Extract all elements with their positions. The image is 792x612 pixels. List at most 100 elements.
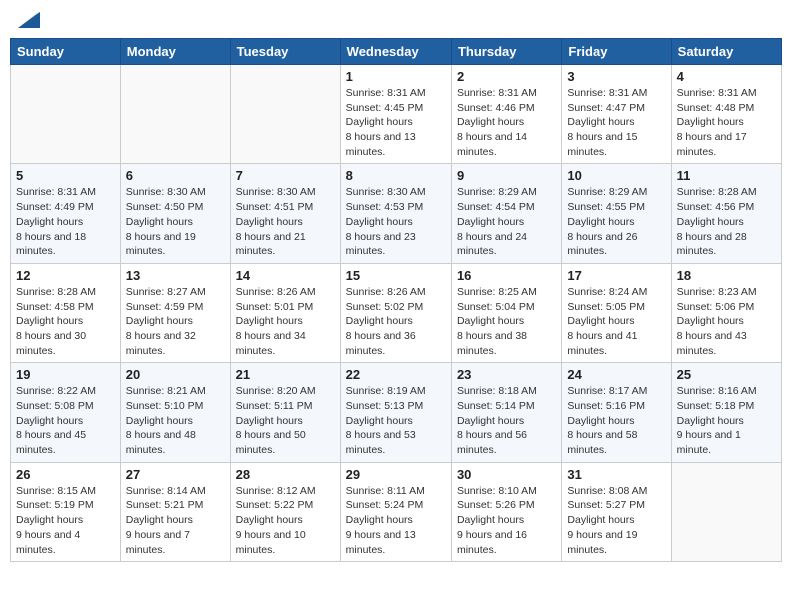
day-number: 24 [567,367,665,382]
calendar-cell: 19Sunrise: 8:22 AMSunset: 5:08 PMDayligh… [11,363,121,462]
daylight-label: Daylight hours [567,116,634,128]
day-number: 2 [457,69,556,84]
calendar-cell [11,65,121,164]
daylight-value: 8 hours and 14 minutes. [457,131,527,158]
day-info: Sunrise: 8:08 AMSunset: 5:27 PMDaylight … [567,484,665,557]
daylight-value: 9 hours and 13 minutes. [346,529,416,556]
daylight-value: 8 hours and 56 minutes. [457,429,527,456]
day-number: 26 [16,467,115,482]
calendar-cell: 13 Sunrise: 8:27 AMSunset: 4:59 PMDayligh… [120,263,230,362]
day-info: Sunrise: 8:29 AMSunset: 4:54 PMDaylight … [457,185,556,258]
daylight-label: Daylight hours [677,116,744,128]
day-info: Sunrise: 8:30 AMSunset: 4:53 PMDaylight … [346,185,446,258]
day-number: 20 [126,367,225,382]
day-info: Sunrise: 8:31 AMSunset: 4:45 PMDaylight … [346,86,446,159]
day-number: 5 [16,168,115,183]
daylight-value: 9 hours and 4 minutes. [16,529,80,556]
daylight-value: 8 hours and 18 minutes. [16,231,86,258]
calendar-cell: 5 Sunrise: 8:31 AMSunset: 4:49 PMDaylight… [11,164,121,263]
daylight-label: Daylight hours [126,315,193,327]
daylight-label: Daylight hours [567,514,634,526]
daylight-label: Daylight hours [457,216,524,228]
daylight-value: 9 hours and 1 minute. [677,429,741,456]
day-number: 10 [567,168,665,183]
daylight-value: 8 hours and 34 minutes. [236,330,306,357]
daylight-value: 8 hours and 45 minutes. [16,429,86,456]
calendar-cell: 15Sunrise: 8:26 AMSunset: 5:02 PMDayligh… [340,263,451,362]
daylight-label: Daylight hours [677,315,744,327]
calendar-cell [230,65,340,164]
daylight-label: Daylight hours [236,315,303,327]
calendar-cell: 24Sunrise: 8:17 AMSunset: 5:16 PMDayligh… [562,363,671,462]
daylight-label: Daylight hours [236,415,303,427]
calendar-cell: 6Sunrise: 8:30 AMSunset: 4:50 PMDaylight… [120,164,230,263]
day-info: Sunrise: 8:31 AMSunset: 4:48 PMDaylight … [677,86,776,159]
day-info: Sunrise: 8:31 AMSunset: 4:49 PMDaylight … [16,185,115,258]
logo-icon [18,10,40,28]
day-number: 28 [236,467,335,482]
daylight-value: 8 hours and 36 minutes. [346,330,416,357]
calendar-cell: 25Sunrise: 8:16 AMSunset: 5:18 PMDayligh… [671,363,781,462]
day-info: Sunrise: 8:25 AMSunset: 5:04 PMDaylight … [457,285,556,358]
calendar-cell: 12Sunrise: 8:28 AMSunset: 4:58 PMDayligh… [11,263,121,362]
day-number: 7 [236,168,335,183]
day-info: Sunrise: 8:26 AMSunset: 5:01 PMDaylight … [236,285,335,358]
day-info: Sunrise: 8:31 AMSunset: 4:47 PMDaylight … [567,86,665,159]
calendar-week-row: 19Sunrise: 8:22 AMSunset: 5:08 PMDayligh… [11,363,782,462]
daylight-label: Daylight hours [126,415,193,427]
day-info: Sunrise: 8:30 AMSunset: 4:50 PMDaylight … [126,185,225,258]
daylight-label: Daylight hours [677,415,744,427]
calendar-cell: 28Sunrise: 8:12 AMSunset: 5:22 PMDayligh… [230,462,340,561]
daylight-label: Daylight hours [346,216,413,228]
day-info: Sunrise: 8:11 AMSunset: 5:24 PMDaylight … [346,484,446,557]
day-number: 17 [567,268,665,283]
calendar-cell: 17Sunrise: 8:24 AMSunset: 5:05 PMDayligh… [562,263,671,362]
day-number: 12 [16,268,115,283]
calendar-cell: 11Sunrise: 8:28 AMSunset: 4:56 PMDayligh… [671,164,781,263]
daylight-value: 9 hours and 19 minutes. [567,529,637,556]
weekday-header-saturday: Saturday [671,39,781,65]
day-info: Sunrise: 8:19 AMSunset: 5:13 PMDaylight … [346,384,446,457]
day-number: 16 [457,268,556,283]
day-info: Sunrise: 8:27 AMSunset: 4:59 PMDaylight … [126,285,225,358]
calendar-table: SundayMondayTuesdayWednesdayThursdayFrid… [10,38,782,562]
calendar-cell: 26Sunrise: 8:15 AMSunset: 5:19 PMDayligh… [11,462,121,561]
day-info: Sunrise: 8:14 AMSunset: 5:21 PMDaylight … [126,484,225,557]
day-number: 31 [567,467,665,482]
calendar-cell: 23Sunrise: 8:18 AMSunset: 5:14 PMDayligh… [451,363,561,462]
daylight-value: 9 hours and 10 minutes. [236,529,306,556]
day-info: Sunrise: 8:22 AMSunset: 5:08 PMDaylight … [16,384,115,457]
calendar-cell: 1 Sunrise: 8:31 AMSunset: 4:45 PMDaylight… [340,65,451,164]
day-info: Sunrise: 8:23 AMSunset: 5:06 PMDaylight … [677,285,776,358]
daylight-label: Daylight hours [567,315,634,327]
day-number: 13 [126,268,225,283]
daylight-label: Daylight hours [457,514,524,526]
daylight-value: 9 hours and 7 minutes. [126,529,190,556]
calendar-cell: 27 Sunrise: 8:14 AMSunset: 5:21 PMDayligh… [120,462,230,561]
daylight-value: 8 hours and 28 minutes. [677,231,747,258]
daylight-value: 8 hours and 30 minutes. [16,330,86,357]
day-number: 29 [346,467,446,482]
calendar-cell: 9Sunrise: 8:29 AMSunset: 4:54 PMDaylight… [451,164,561,263]
day-number: 27 [126,467,225,482]
daylight-label: Daylight hours [457,116,524,128]
day-info: Sunrise: 8:10 AMSunset: 5:26 PMDaylight … [457,484,556,557]
daylight-value: 8 hours and 19 minutes. [126,231,196,258]
day-number: 11 [677,168,776,183]
daylight-value: 9 hours and 16 minutes. [457,529,527,556]
daylight-label: Daylight hours [567,415,634,427]
daylight-value: 8 hours and 24 minutes. [457,231,527,258]
daylight-value: 8 hours and 17 minutes. [677,131,747,158]
weekday-header-friday: Friday [562,39,671,65]
calendar-cell [120,65,230,164]
day-info: Sunrise: 8:16 AMSunset: 5:18 PMDaylight … [677,384,776,457]
day-info: Sunrise: 8:21 AMSunset: 5:10 PMDaylight … [126,384,225,457]
day-number: 30 [457,467,556,482]
weekday-header-thursday: Thursday [451,39,561,65]
daylight-value: 8 hours and 32 minutes. [126,330,196,357]
daylight-value: 8 hours and 50 minutes. [236,429,306,456]
calendar-cell: 10Sunrise: 8:29 AMSunset: 4:55 PMDayligh… [562,164,671,263]
day-number: 4 [677,69,776,84]
daylight-label: Daylight hours [16,315,83,327]
day-number: 1 [346,69,446,84]
